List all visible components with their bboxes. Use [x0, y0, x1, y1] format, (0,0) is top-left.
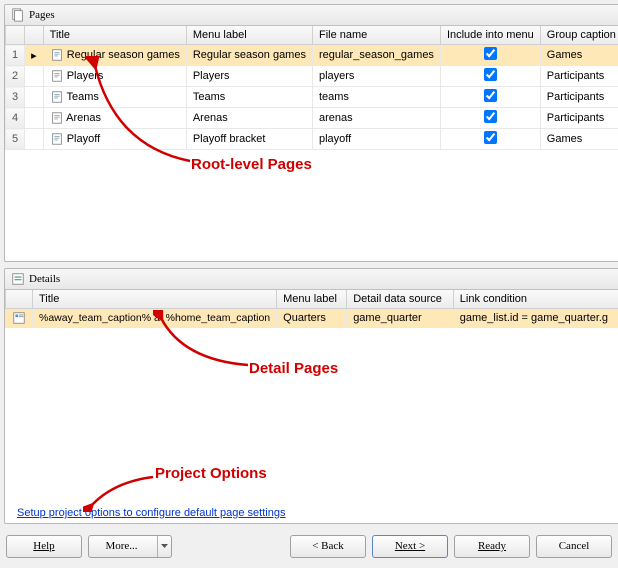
pages-header: Pages — [5, 5, 618, 26]
bottom-bar: Help More... < Back Next > Ready Cancel — [4, 524, 614, 564]
row-marker — [25, 108, 44, 129]
setup-project-options-link[interactable]: Setup project options to configure defau… — [9, 503, 293, 523]
details-title: Details — [29, 273, 60, 285]
help-button[interactable]: Help — [6, 535, 82, 558]
cell-file-name[interactable]: regular_season_games — [312, 45, 440, 66]
details-table-container: Title Menu label Detail data source Link… — [5, 290, 618, 523]
row-number: 3 — [6, 87, 25, 108]
cell-title[interactable]: Teams — [43, 87, 186, 108]
pages-table-container: Title Menu label File name Include into … — [5, 26, 618, 261]
details-icon — [11, 272, 25, 286]
row-marker — [25, 129, 44, 150]
page-icon — [50, 70, 64, 82]
cell-group[interactable]: Games — [540, 45, 618, 66]
table-row[interactable]: 3 TeamsTeamsteamsParticipants — [6, 87, 618, 108]
cell-group[interactable]: Games — [540, 129, 618, 150]
cell-menu-label[interactable]: Arenas — [186, 108, 312, 129]
cell-menu-label[interactable]: Teams — [186, 87, 312, 108]
page-icon — [50, 112, 64, 124]
col-menu-label[interactable]: Menu label — [186, 26, 312, 45]
row-number: 5 — [6, 129, 25, 150]
include-checkbox[interactable] — [484, 68, 497, 81]
row-number: 2 — [6, 66, 25, 87]
next-button[interactable]: Next > — [372, 535, 448, 558]
cell-title[interactable]: Players — [43, 66, 186, 87]
cell-include[interactable] — [440, 45, 540, 66]
cell-group[interactable]: Participants — [540, 108, 618, 129]
cell-group[interactable]: Participants — [540, 66, 618, 87]
details-section: Details Title Menu label Detail data sou… — [4, 268, 618, 524]
row-number: 1 — [6, 45, 25, 66]
page-icon — [50, 49, 64, 61]
row-marker — [25, 66, 44, 87]
cell-menu-label[interactable]: Playoff bracket — [186, 129, 312, 150]
cell-link-condition[interactable]: game_list.id = game_quarter.g — [453, 309, 618, 328]
cell-title[interactable]: Playoff — [43, 129, 186, 150]
cancel-button[interactable]: Cancel — [536, 535, 612, 558]
pages-icon — [11, 8, 25, 22]
include-checkbox[interactable] — [484, 131, 497, 144]
include-checkbox[interactable] — [484, 110, 497, 123]
col-group-caption[interactable]: Group caption — [540, 26, 618, 45]
footer-more-button[interactable]: More... — [88, 535, 172, 558]
cell-menu-label[interactable]: Regular season games — [186, 45, 312, 66]
cell-title[interactable]: Regular season games — [43, 45, 186, 66]
annotation-root-pages: Root-level Pages — [191, 156, 312, 173]
col-include[interactable]: Include into menu — [440, 26, 540, 45]
cell-group[interactable]: Participants — [540, 87, 618, 108]
detail-page-icon — [12, 312, 26, 324]
cell-include[interactable] — [440, 87, 540, 108]
table-row[interactable]: %away_team_caption% at %home_team_captio… — [6, 309, 618, 328]
cell-title[interactable]: %away_team_caption% at %home_team_captio… — [33, 309, 277, 328]
cell-include[interactable] — [440, 108, 540, 129]
page-icon — [50, 133, 64, 145]
cell-data-source[interactable]: game_quarter — [347, 309, 454, 328]
row-icon — [6, 309, 33, 328]
details-header: Details — [5, 269, 618, 290]
row-marker — [25, 87, 44, 108]
cell-file-name[interactable]: playoff — [312, 129, 440, 150]
annotation-detail-pages: Detail Pages — [249, 360, 338, 377]
cell-file-name[interactable]: players — [312, 66, 440, 87]
cell-include[interactable] — [440, 129, 540, 150]
ready-button[interactable]: Ready — [454, 535, 530, 558]
table-row[interactable]: 5 PlayoffPlayoff bracketplayoff Games — [6, 129, 618, 150]
pages-section: Pages Title Menu label File name Include… — [4, 4, 618, 262]
cell-title[interactable]: Arenas — [43, 108, 186, 129]
page-icon — [50, 91, 64, 103]
dcol-icon[interactable] — [6, 290, 33, 309]
dcol-title[interactable]: Title — [33, 290, 277, 309]
col-icon[interactable] — [25, 26, 44, 45]
cell-file-name[interactable]: arenas — [312, 108, 440, 129]
annotation-project-options: Project Options — [155, 465, 267, 482]
dcol-menu-label[interactable]: Menu label — [277, 290, 347, 309]
pages-title: Pages — [29, 9, 55, 21]
pages-header-row: Title Menu label File name Include into … — [6, 26, 618, 45]
dropdown-caret-icon[interactable] — [157, 536, 171, 557]
cell-file-name[interactable]: teams — [312, 87, 440, 108]
include-checkbox[interactable] — [484, 89, 497, 102]
dcol-data-source[interactable]: Detail data source — [347, 290, 454, 309]
table-row[interactable]: 4 ArenasArenasarenasParticipants — [6, 108, 618, 129]
details-table: Title Menu label Detail data source Link… — [5, 290, 618, 328]
col-rownum[interactable] — [6, 26, 25, 45]
table-row[interactable]: 2 PlayersPlayersplayersParticipants — [6, 66, 618, 87]
col-file-name[interactable]: File name — [312, 26, 440, 45]
back-button[interactable]: < Back — [290, 535, 366, 558]
row-marker: ▸ — [25, 45, 44, 66]
pages-table: Title Menu label File name Include into … — [5, 26, 618, 150]
table-row[interactable]: 1▸ Regular season gamesRegular season ga… — [6, 45, 618, 66]
cell-menu-label[interactable]: Quarters — [277, 309, 347, 328]
dcol-link-cond[interactable]: Link condition — [453, 290, 618, 309]
details-header-row: Title Menu label Detail data source Link… — [6, 290, 618, 309]
cell-menu-label[interactable]: Players — [186, 66, 312, 87]
include-checkbox[interactable] — [484, 47, 497, 60]
cell-include[interactable] — [440, 66, 540, 87]
col-title[interactable]: Title — [43, 26, 186, 45]
row-number: 4 — [6, 108, 25, 129]
